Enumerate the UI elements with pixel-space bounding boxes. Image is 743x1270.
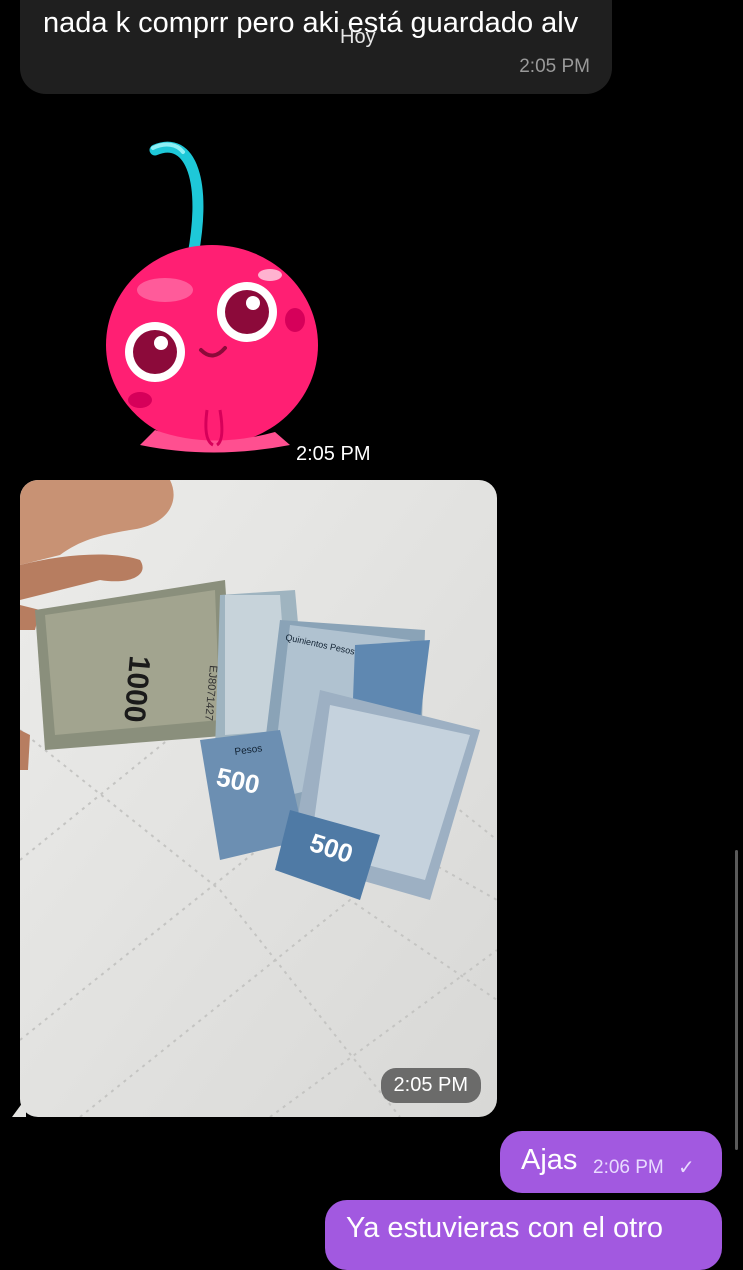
message-text: nada k comprr pero aki está guardado alv xyxy=(43,7,579,39)
message-time: 2:05 PM xyxy=(519,56,590,77)
check-icon: ✓ xyxy=(678,1157,695,1179)
outgoing-message-bubble[interactable]: Ajas 2:06 PM ✓ xyxy=(500,1131,722,1193)
incoming-message-bubble[interactable]: nada k comprr pero aki está guardado alv… xyxy=(20,0,612,94)
cherry-sticker-icon[interactable] xyxy=(95,140,330,460)
date-separator: Hoy xyxy=(340,26,376,48)
message-text: Ajas xyxy=(521,1144,578,1176)
scrollbar[interactable] xyxy=(735,850,738,1150)
photo-time: 2:05 PM xyxy=(380,1068,481,1103)
message-text: Ya estuvieras con el otro xyxy=(346,1212,664,1244)
sticker-time: 2:05 PM xyxy=(296,443,371,465)
outgoing-message-bubble[interactable]: Ya estuvieras con el otro xyxy=(325,1200,722,1270)
money-photo[interactable]: 1000 EJ8071427 500 500 Pesos Quinientos … xyxy=(20,480,497,1117)
message-time: 2:06 PM xyxy=(593,1157,664,1178)
svg-text:1000: 1000 xyxy=(117,654,156,723)
